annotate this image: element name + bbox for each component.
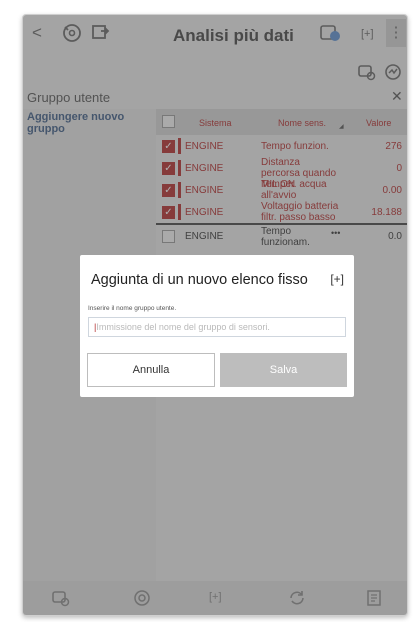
dialog-title: Aggiunta di un nuovo elenco fisso [91,272,308,288]
group-name-placeholder: Immissione del nome del gruppo di sensor… [96,322,270,332]
app-window: < Analisi più dati [+] ⋮ Gruppo utente ✕… [22,14,408,616]
group-name-input[interactable]: |Immissione del nome del gruppo di senso… [88,317,346,337]
dialog-expand-icon[interactable]: [+] [330,272,344,286]
add-fixed-list-dialog: Aggiunta di un nuovo elenco fisso [+] In… [80,255,354,397]
dialog-field-label: Inserire il nome gruppo utente. [88,305,177,312]
save-button[interactable]: Salva [220,353,347,387]
cancel-button[interactable]: Annulla [87,353,215,387]
